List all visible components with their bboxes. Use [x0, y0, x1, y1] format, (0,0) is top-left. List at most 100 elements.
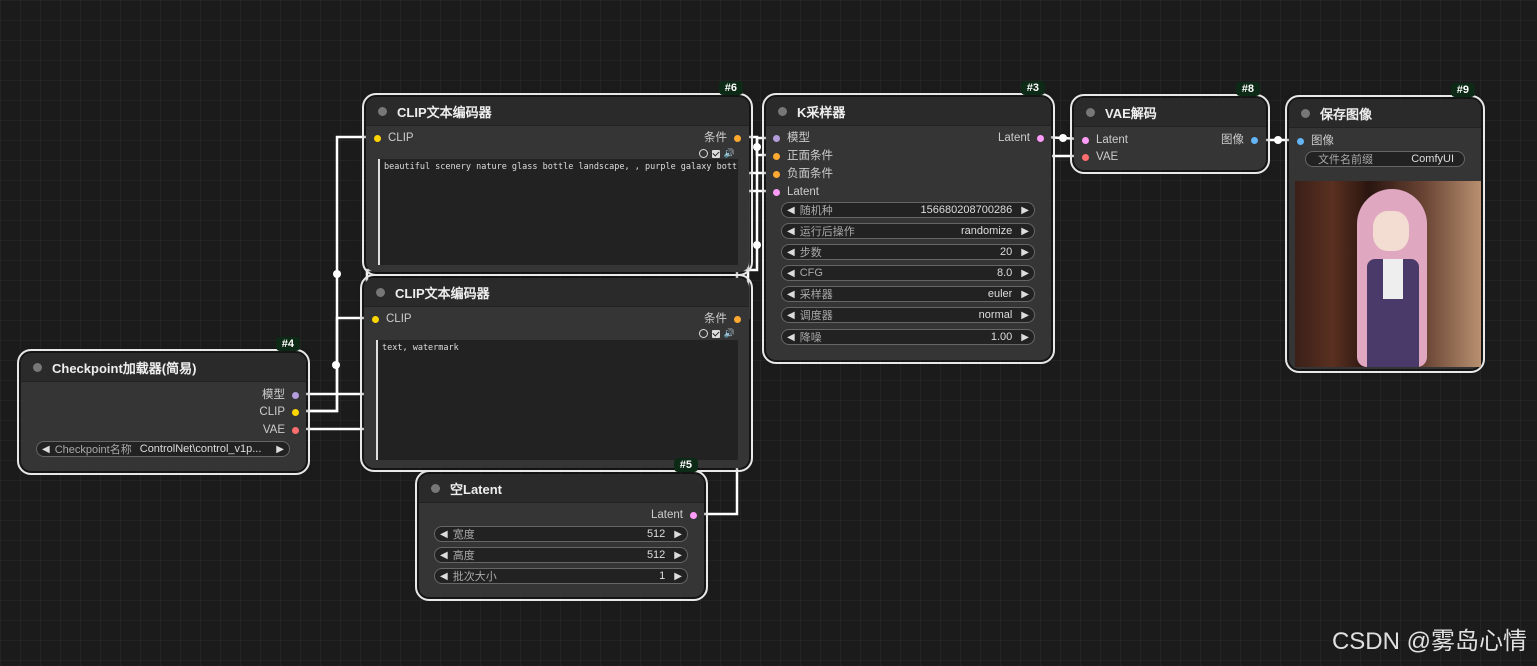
cfg-widget[interactable]: ◀ CFG 8.0 ▶: [781, 265, 1035, 281]
node-title[interactable]: CLIP文本编码器: [364, 278, 749, 307]
decrement-arrow-icon[interactable]: ◀: [782, 310, 800, 321]
checkbox-icon[interactable]: [711, 149, 720, 158]
decrement-arrow-icon[interactable]: ◀: [435, 550, 453, 561]
batch-size-widget[interactable]: ◀ 批次大小 1 ▶: [434, 568, 688, 584]
node-title[interactable]: Checkpoint加载器(简易): [21, 353, 306, 382]
sampler-widget[interactable]: ◀ 采样器 euler ▶: [781, 286, 1035, 302]
widget-value[interactable]: ControlNet\control_v1p...: [140, 443, 268, 455]
increment-arrow-icon[interactable]: ▶: [1016, 268, 1034, 279]
width-widget[interactable]: ◀ 宽度 512 ▶: [434, 526, 688, 542]
decrement-arrow-icon[interactable]: ◀: [782, 226, 800, 237]
generated-image-preview[interactable]: [1295, 181, 1481, 367]
widget-value[interactable]: euler: [988, 288, 1012, 300]
collapse-dot-icon[interactable]: [378, 106, 387, 116]
scheduler-widget[interactable]: ◀ 调度器 normal ▶: [781, 307, 1035, 323]
filename-prefix-widget[interactable]: 文件名前缀 ComfyUI: [1305, 151, 1465, 167]
decrement-arrow-icon[interactable]: ◀: [37, 444, 55, 455]
negative-input-slot[interactable]: 负面条件: [773, 167, 833, 181]
clip-output-slot[interactable]: CLIP: [259, 405, 299, 419]
collapse-dot-icon[interactable]: [1086, 107, 1095, 117]
prompt-textarea[interactable]: text, watermark: [376, 340, 738, 460]
latent-input-slot[interactable]: Latent: [773, 185, 819, 199]
ksampler-node[interactable]: #3 K采样器 模型 正面条件 负面条件 Latent Latent ◀ 随机种 1…: [762, 81, 1055, 364]
widget-value[interactable]: 156680208700286: [921, 204, 1013, 216]
model-input-slot[interactable]: 模型: [773, 131, 810, 145]
increment-arrow-icon[interactable]: ▶: [1016, 247, 1034, 258]
widget-value[interactable]: 20: [1000, 246, 1012, 258]
checkpoint-loader-node[interactable]: #4 Checkpoint加载器(简易) 模型 CLIP VAE ◀ Checkp…: [17, 337, 310, 475]
checkbox-icon[interactable]: [711, 329, 720, 338]
empty-latent-node[interactable]: #5 空Latent Latent ◀ 宽度 512 ▶ ◀ 高度 512 ▶ ◀ 批次大小 1…: [415, 458, 708, 601]
denoise-widget[interactable]: ◀ 降噪 1.00 ▶: [781, 329, 1035, 345]
increment-arrow-icon[interactable]: ▶: [1016, 205, 1034, 216]
clip-input-slot[interactable]: CLIP: [372, 312, 412, 326]
increment-arrow-icon[interactable]: ▶: [669, 550, 687, 561]
widget-value[interactable]: 1.00: [991, 331, 1012, 343]
increment-arrow-icon[interactable]: ▶: [669, 571, 687, 582]
node-title[interactable]: VAE解码: [1074, 98, 1266, 127]
conditioning-output-slot[interactable]: 条件: [704, 131, 741, 145]
widget-label: 宽度: [452, 529, 475, 541]
save-image-node[interactable]: #9 保存图像 图像 文件名前缀 ComfyUI: [1285, 83, 1485, 373]
collapse-dot-icon[interactable]: [778, 106, 787, 116]
node-title[interactable]: K采样器: [766, 97, 1051, 126]
prompt-textarea[interactable]: beautiful scenery nature glass bottle la…: [378, 159, 738, 265]
widget-value[interactable]: randomize: [961, 225, 1012, 237]
increment-arrow-icon[interactable]: ▶: [271, 444, 289, 455]
steps-widget[interactable]: ◀ 步数 20 ▶: [781, 244, 1035, 260]
image-output-slot[interactable]: 图像: [1221, 133, 1258, 147]
text-options[interactable]: 🔊: [698, 148, 735, 159]
increment-arrow-icon[interactable]: ▶: [1016, 310, 1034, 321]
control-after-generate-widget[interactable]: ◀ 运行后操作 randomize ▶: [781, 223, 1035, 239]
speaker-icon[interactable]: 🔊: [724, 328, 735, 339]
increment-arrow-icon[interactable]: ▶: [1016, 226, 1034, 237]
clip-text-encoder-node-negative[interactable]: CLIP文本编码器 CLIP 条件 🔊 text, watermark: [360, 274, 753, 472]
ring-icon[interactable]: [698, 149, 708, 158]
widget-value[interactable]: 8.0: [997, 267, 1012, 279]
decrement-arrow-icon[interactable]: ◀: [435, 571, 453, 582]
latent-output-slot[interactable]: Latent: [651, 508, 697, 522]
vae-decode-node[interactable]: #8 VAE解码 Latent VAE 图像: [1070, 82, 1270, 174]
increment-arrow-icon[interactable]: ▶: [669, 529, 687, 540]
image-input-slot[interactable]: 图像: [1297, 134, 1334, 148]
node-title[interactable]: 保存图像: [1289, 99, 1481, 128]
node-title[interactable]: 空Latent: [419, 474, 704, 503]
widget-value[interactable]: normal: [979, 309, 1013, 321]
collapse-dot-icon[interactable]: [376, 287, 385, 297]
decrement-arrow-icon[interactable]: ◀: [782, 289, 800, 300]
node-id-badge: #4: [275, 337, 300, 351]
clip-text-encoder-node-positive[interactable]: #6 CLIP文本编码器 CLIP 条件 🔊 beautiful scenery…: [362, 81, 753, 276]
ring-icon[interactable]: [698, 329, 708, 338]
conditioning-output-slot[interactable]: 条件: [704, 312, 741, 326]
clip-input-slot[interactable]: CLIP: [374, 131, 414, 145]
vae-input-slot[interactable]: VAE: [1082, 150, 1118, 164]
latent-output-slot[interactable]: Latent: [998, 131, 1044, 145]
speaker-icon[interactable]: 🔊: [724, 148, 735, 159]
height-widget[interactable]: ◀ 高度 512 ▶: [434, 547, 688, 563]
positive-input-slot[interactable]: 正面条件: [773, 149, 833, 163]
vae-output-slot[interactable]: VAE: [263, 423, 299, 437]
latent-input-slot[interactable]: Latent: [1082, 133, 1128, 147]
collapse-dot-icon[interactable]: [33, 362, 42, 372]
collapse-dot-icon[interactable]: [1301, 108, 1310, 118]
widget-value[interactable]: 1: [659, 570, 665, 582]
increment-arrow-icon[interactable]: ▶: [1016, 332, 1034, 343]
node-title[interactable]: CLIP文本编码器: [366, 97, 749, 126]
increment-arrow-icon[interactable]: ▶: [1016, 289, 1034, 300]
node-title-text: CLIP文本编码器: [395, 285, 490, 301]
widget-value[interactable]: ComfyUI: [1411, 153, 1454, 165]
checkpoint-name-widget[interactable]: ◀ Checkpoint名称 ControlNet\control_v1p... ▶: [36, 441, 290, 457]
decrement-arrow-icon[interactable]: ◀: [435, 529, 453, 540]
widget-value[interactable]: 512: [647, 528, 665, 540]
decrement-arrow-icon[interactable]: ◀: [782, 332, 800, 343]
widget-value[interactable]: 512: [647, 549, 665, 561]
decrement-arrow-icon[interactable]: ◀: [782, 247, 800, 258]
decrement-arrow-icon[interactable]: ◀: [782, 268, 800, 279]
slot-label: CLIP: [259, 406, 285, 418]
seed-widget[interactable]: ◀ 随机种 156680208700286 ▶: [781, 202, 1035, 218]
model-output-slot[interactable]: 模型: [262, 388, 299, 402]
collapse-dot-icon[interactable]: [431, 483, 440, 493]
decrement-arrow-icon[interactable]: ◀: [782, 205, 800, 216]
text-options[interactable]: 🔊: [698, 328, 735, 339]
widget-label: 高度: [452, 550, 475, 562]
